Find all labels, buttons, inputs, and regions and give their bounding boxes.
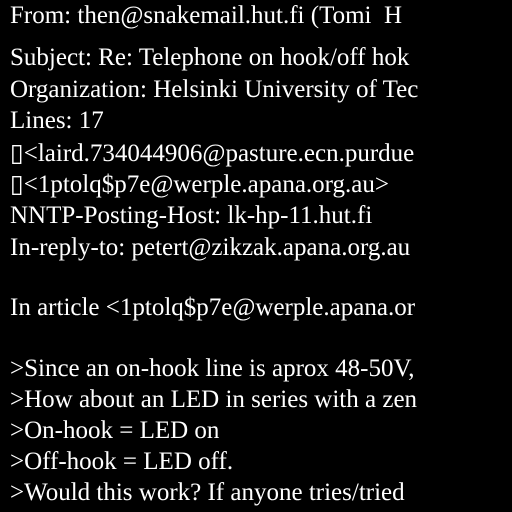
header-subject: Subject: Re: Telephone on hook/off hok <box>10 44 410 71</box>
header-lines: Lines: 17 <box>10 107 104 134</box>
header-references-2: ▯<1ptolq$p7e@werple.apana.org.au> <box>10 171 389 198</box>
body-attribution: In article <1ptolq$p7e@werple.apana.or <box>10 294 416 321</box>
quoted-line: >Off-hook = LED off. <box>10 448 234 475</box>
email-message-view: From: then@snakemail.hut.fi (Tomi H Subj… <box>0 0 512 512</box>
header-references-1: ▯<laird.734044906@pasture.ecn.purdue <box>10 140 415 167</box>
header-from: From: then@snakemail.hut.fi (Tomi H <box>10 2 403 29</box>
quoted-line: >Since an on-hook line is aprox 48-50V, <box>10 355 415 382</box>
header-nntp-host: NNTP-Posting-Host: lk-hp-11.hut.fi <box>10 202 373 229</box>
quoted-line: >How about an LED in series with a zen <box>10 386 418 413</box>
header-organization: Organization: Helsinki University of Tec <box>10 76 419 103</box>
header-in-reply-to: In-reply-to: petert@zikzak.apana.org.au <box>10 234 411 261</box>
quoted-line: >On-hook = LED on <box>10 417 220 444</box>
quoted-line: >Would this work? If anyone tries/tried <box>10 479 405 506</box>
